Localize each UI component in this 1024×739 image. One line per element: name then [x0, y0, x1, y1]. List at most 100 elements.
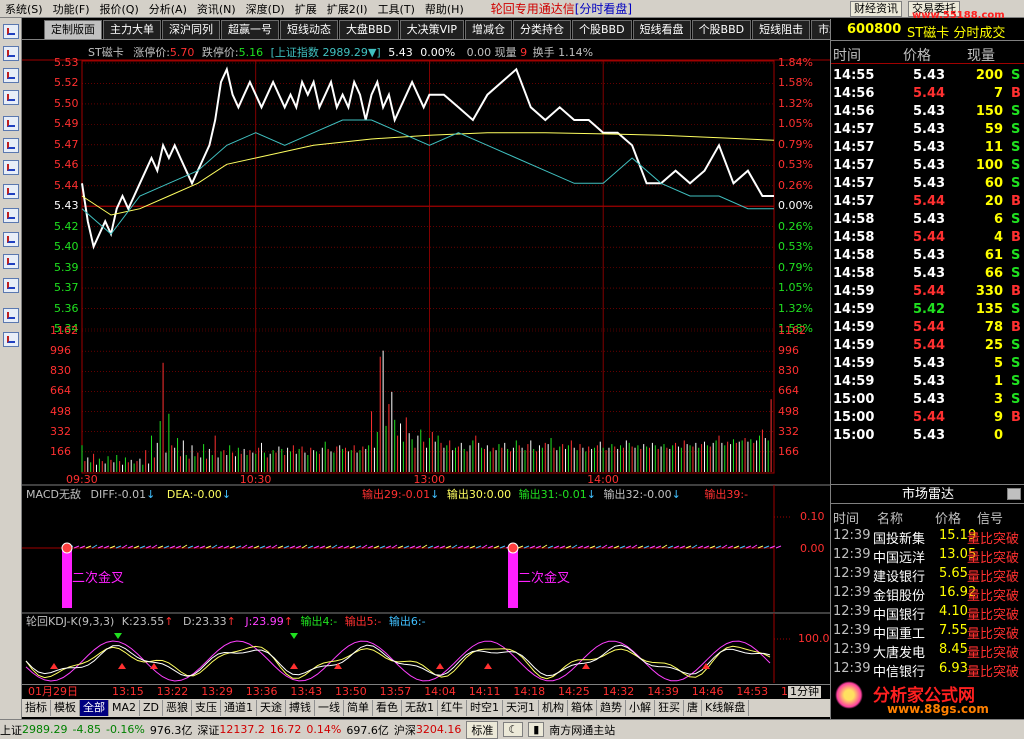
tab-custom-layout[interactable]: 定制版面: [44, 20, 102, 39]
radar-row[interactable]: 12:39 大唐发电 8.45 量比突破: [831, 640, 1024, 661]
btn-tang[interactable]: 唐: [684, 700, 703, 716]
radar-row[interactable]: 12:39 金钼股份 16.92 量比突破: [831, 583, 1024, 604]
trade-row[interactable]: 14:57 5.43 60 S: [831, 174, 1024, 192]
radar-row[interactable]: 12:39 中信银行 6.93 量比突破: [831, 659, 1024, 680]
trade-row[interactable]: 14:59 5.42 135 S: [831, 300, 1024, 318]
report-icon[interactable]: [3, 116, 19, 131]
connection-icon[interactable]: ▮: [528, 722, 545, 737]
btn-channel1[interactable]: 通道1: [221, 700, 258, 716]
trade-row[interactable]: 14:57 5.44 20 B: [831, 192, 1024, 210]
bottom-time-tick: 13:36: [245, 685, 278, 698]
menu-analysis[interactable]: 分析(A): [144, 1, 192, 17]
btn-trend[interactable]: 趋势: [597, 700, 627, 716]
fund-icon[interactable]: [3, 232, 19, 247]
menu-help[interactable]: 帮助(H): [420, 1, 469, 17]
trade-row[interactable]: 15:00 5.43 3 S: [831, 390, 1024, 408]
menu-tools[interactable]: 工具(T): [373, 1, 420, 17]
tab-main-orders[interactable]: 主力大单: [103, 20, 161, 39]
radar-row[interactable]: 12:39 国投新集 15.19 量比突破: [831, 526, 1024, 547]
trade-row[interactable]: 14:58 5.44 4 B: [831, 228, 1024, 246]
standard-button[interactable]: 标准: [466, 720, 499, 739]
tab-sh-sz[interactable]: 深沪同列: [162, 20, 220, 39]
kdj-label[interactable]: 轮回KDJ-K(9,3,3): [26, 615, 114, 628]
tab-market-bbd[interactable]: 大盘BBD: [339, 20, 399, 39]
trade-row[interactable]: 14:58 5.43 6 S: [831, 210, 1024, 228]
trade-row[interactable]: 14:57 5.43 100 S: [831, 156, 1024, 174]
radar-window-icon[interactable]: [1007, 488, 1021, 500]
search-icon[interactable]: [3, 254, 19, 269]
btn-boqian[interactable]: 搏钱: [286, 700, 316, 716]
menu-extend[interactable]: 扩展: [290, 1, 322, 17]
kline-icon[interactable]: [3, 90, 19, 105]
btn-box[interactable]: 箱体: [568, 700, 598, 716]
trade-row[interactable]: 14:59 5.43 5 S: [831, 354, 1024, 372]
trade-row[interactable]: 14:55 5.43 200 S: [831, 66, 1024, 84]
btn-ma2[interactable]: MA2: [109, 700, 141, 716]
trade-row[interactable]: 14:58 5.43 61 S: [831, 246, 1024, 264]
tab-super-win[interactable]: 超赢一号: [221, 20, 279, 39]
trade-row[interactable]: 14:57 5.43 59 S: [831, 120, 1024, 138]
btn-indicator[interactable]: 指标: [22, 700, 51, 716]
trade-row[interactable]: 14:57 5.43 11 S: [831, 138, 1024, 156]
tab-short-block[interactable]: 短线阻击: [752, 20, 811, 39]
btn-kline-analysis[interactable]: K线解盘: [702, 700, 750, 716]
trade-row[interactable]: 14:59 5.44 78 B: [831, 318, 1024, 336]
line-chart-icon[interactable]: [3, 68, 19, 83]
menu-function[interactable]: 功能(F): [48, 1, 95, 17]
users-icon[interactable]: [3, 208, 19, 223]
trade-row[interactable]: 14:56 5.44 7 B: [831, 84, 1024, 102]
trade-row[interactable]: 15:00 5.44 9 B: [831, 408, 1024, 426]
trade-row[interactable]: 14:59 5.44 25 S: [831, 336, 1024, 354]
document-icon[interactable]: [3, 160, 19, 175]
macd-label[interactable]: MACD无敌: [26, 488, 81, 501]
link-icon[interactable]: [3, 308, 19, 323]
btn-all[interactable]: 全部: [80, 700, 109, 716]
btn-tiantu[interactable]: 天途: [257, 700, 287, 716]
btn-xiaojie[interactable]: 小解: [626, 700, 656, 716]
tab-decision-vip[interactable]: 大决策VIP: [399, 20, 464, 39]
menu-quote[interactable]: 报价(Q): [95, 1, 144, 17]
radar-row[interactable]: 12:39 中国银行 4.10 量比突破: [831, 602, 1024, 623]
btn-simple[interactable]: 简单: [344, 700, 374, 716]
menu-extend2[interactable]: 扩展2(I): [322, 1, 373, 17]
tab-short-watch[interactable]: 短线看盘: [632, 20, 691, 39]
trade-row[interactable]: 14:59 5.44 330 B: [831, 282, 1024, 300]
formula-icon[interactable]: [3, 332, 19, 347]
btn-yixian[interactable]: 一线: [315, 700, 345, 716]
tab-position-change[interactable]: 增减仓: [464, 20, 512, 39]
trade-row[interactable]: 14:59 5.43 1 S: [831, 372, 1024, 390]
mail-icon[interactable]: [3, 184, 19, 199]
radar-row[interactable]: 12:39 中国远洋 13.05 量比突破: [831, 545, 1024, 566]
period-selector[interactable]: 1分钟: [788, 686, 821, 698]
tab-category-holding[interactable]: 分类持仓: [512, 20, 571, 39]
etf-icon[interactable]: [3, 278, 19, 293]
trade-row[interactable]: 14:56 5.43 150 S: [831, 102, 1024, 120]
btn-hongniu[interactable]: 红牛: [438, 700, 468, 716]
menu-depth[interactable]: 深度(D): [241, 1, 290, 17]
radar-row[interactable]: 12:39 建设银行 5.65 量比突破: [831, 564, 1024, 585]
btn-wudi1[interactable]: 无敌1: [402, 700, 439, 716]
btn-zd[interactable]: ZD: [140, 700, 164, 716]
table-icon[interactable]: [3, 46, 19, 61]
finance-news-button[interactable]: 财经资讯: [850, 1, 902, 17]
radar-row[interactable]: 12:39 中国重工 7.55 量比突破: [831, 621, 1024, 642]
moon-icon[interactable]: ☾: [503, 722, 524, 737]
grid-icon[interactable]: [3, 138, 19, 153]
trade-row[interactable]: 14:58 5.43 66 S: [831, 264, 1024, 282]
chart-area[interactable]: ST磁卡 涨停价:5.70 跌停价:5.16 [上证指数 2989.29▼] 5…: [22, 41, 830, 684]
tab-stock-bbd-2[interactable]: 个股BBD: [691, 20, 752, 39]
quote-list-icon[interactable]: [3, 24, 19, 39]
btn-support[interactable]: 支压: [192, 700, 222, 716]
btn-institution[interactable]: 机构: [539, 700, 569, 716]
btn-wolf[interactable]: 恶狼: [163, 700, 193, 716]
btn-template[interactable]: 模板: [51, 700, 80, 716]
btn-color[interactable]: 看色: [373, 700, 403, 716]
tab-short-dynamic[interactable]: 短线动态: [280, 20, 338, 39]
trade-row[interactable]: 15:00 5.43 0: [831, 426, 1024, 444]
btn-kuangmai[interactable]: 狂买: [655, 700, 685, 716]
btn-shikong1[interactable]: 时空1: [467, 700, 504, 716]
tab-stock-bbd[interactable]: 个股BBD: [571, 20, 632, 39]
menu-system[interactable]: 系统(S): [0, 1, 48, 17]
menu-news[interactable]: 资讯(N): [192, 1, 241, 17]
btn-tianhe1[interactable]: 天河1: [503, 700, 540, 716]
